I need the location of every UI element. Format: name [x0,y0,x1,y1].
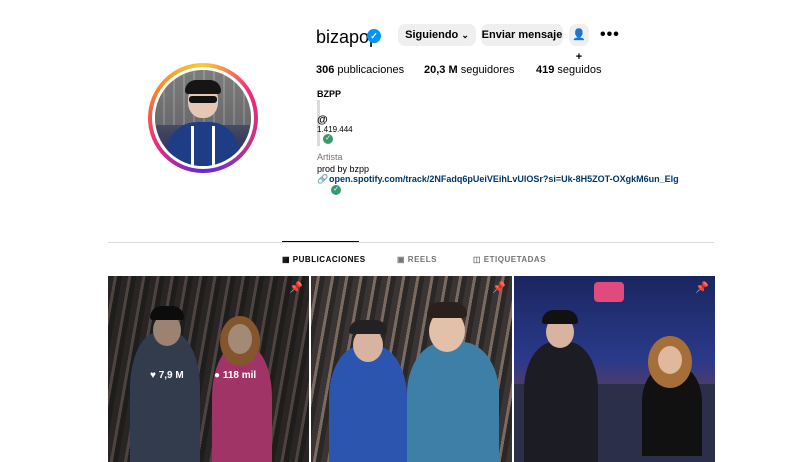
active-tab-indicator [282,241,359,242]
profile-avatar[interactable] [148,63,258,173]
post-comments: ● 118 mil [214,370,257,381]
suggested-users-button[interactable]: 👤+ [569,24,589,63]
tab-publicaciones[interactable]: ▦ PUBLICACIONES [282,255,366,264]
pin-icon: 📌 [289,282,303,294]
send-message-button[interactable]: Enviar mensaje [481,24,563,46]
pin-icon: 📌 [695,282,709,294]
post-tile[interactable]: 📌 [311,276,512,462]
tagged-icon: ◫ [473,255,482,264]
reels-icon: ▣ [397,255,406,264]
post-likes: ♥ 7,9 M [150,370,184,381]
comment-icon: ● [214,370,221,381]
verified-badge-icon: ✓ [367,29,381,43]
avatar-photo [155,70,251,166]
following-button-label: Siguiendo [405,29,459,41]
post-tile[interactable]: 📌 [514,276,715,462]
posts-count: 306 publicaciones [316,64,405,76]
post-tile[interactable]: ♥ 7,9 M ● 118 mil 📌 [108,276,309,462]
tab-reels[interactable]: ▣ REELS [397,255,437,264]
heart-icon: ♥ [150,370,156,381]
tab-etiquetadas[interactable]: ◫ ETIQUETADAS [473,255,546,264]
bio-text: prod by bzpp [317,164,370,174]
tabs-divider [108,242,714,243]
chevron-down-icon: ⌄ [461,30,469,40]
check-icon: ✓ [323,134,333,144]
profile-category: Artista [317,152,343,162]
add-user-icon: 👤+ [572,29,586,63]
more-options-icon[interactable]: ••• [600,24,620,46]
bio-name: BZPP [317,89,342,99]
check-icon: ✓ [331,185,341,195]
threads-count: 1.419.444 [317,125,353,134]
following-count[interactable]: 419 seguidos [536,64,601,76]
pin-icon: 📌 [492,282,506,294]
bio-link[interactable]: open.spotify.com/track/2NFadq6pUeiVEihLv… [329,174,679,184]
following-button[interactable]: Siguiendo ⌄ [398,24,476,46]
link-icon: 🔗 [317,174,329,184]
grid-icon: ▦ [282,255,291,264]
followers-count[interactable]: 20,3 M seguidores [424,64,515,76]
